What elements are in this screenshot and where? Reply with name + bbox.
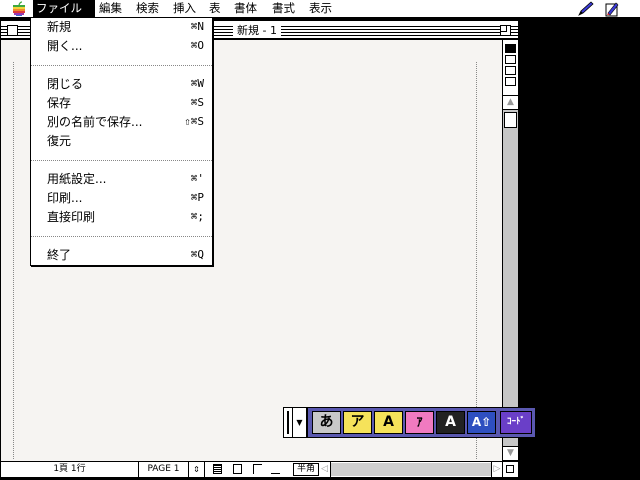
- menu-item-open[interactable]: 開く... ⌘O: [31, 37, 212, 55]
- menu-item-label: 開く...: [47, 39, 83, 53]
- menu-item-page-setup[interactable]: 用紙設定... ⌘': [31, 170, 212, 188]
- zoom-box-icon[interactable]: [500, 25, 511, 36]
- menu-separator: [31, 65, 212, 66]
- grow-box-icon[interactable]: [503, 462, 518, 477]
- document-icon[interactable]: [603, 1, 621, 17]
- menu-item-revert[interactable]: 復元: [31, 132, 212, 150]
- menu-item-shortcut: ⇧⌘S: [184, 115, 204, 128]
- ime-code-input-button[interactable]: ｺｰﾄﾞ: [500, 411, 532, 434]
- menu-edit[interactable]: 編集: [96, 0, 125, 17]
- view-mode-corner-icon[interactable]: [253, 464, 262, 474]
- left-margin-guide: [13, 62, 14, 459]
- menu-item-print-direct[interactable]: 直接印刷 ⌘;: [31, 208, 212, 226]
- menu-item-shortcut: ⌘': [190, 172, 204, 185]
- menu-item-label: 直接印刷: [47, 210, 96, 224]
- scroll-up-arrow-icon[interactable]: ▲: [503, 95, 518, 110]
- close-box-icon[interactable]: [7, 25, 18, 36]
- ime-direct-input-button[interactable]: A⇧: [467, 411, 496, 434]
- vertical-scrollbar[interactable]: ▲ ▼: [502, 40, 518, 461]
- menu-item-new[interactable]: 新規 ⌘N: [31, 18, 212, 36]
- menu-item-shortcut: ⌘N: [190, 20, 204, 33]
- menu-item-label: 保存: [47, 96, 72, 110]
- input-mode-indicator[interactable]: 半角: [293, 463, 319, 476]
- menu-item-label: 別の名前で保存...: [47, 115, 143, 129]
- menu-item-print[interactable]: 印刷... ⌘P: [31, 189, 212, 207]
- pen-icon[interactable]: [577, 1, 595, 17]
- menu-file[interactable]: ファイル: [33, 0, 95, 17]
- ime-halfwidth-kana-button[interactable]: ｱ: [405, 411, 434, 434]
- menu-item-shortcut: ⌘Q: [190, 248, 204, 261]
- menu-item-save-as[interactable]: 別の名前で保存... ⇧⌘S: [31, 113, 212, 131]
- menu-item-label: 終了: [47, 248, 72, 262]
- menu-item-label: 新規: [47, 20, 72, 34]
- scroll-right-arrow-icon[interactable]: ▷: [491, 462, 503, 477]
- menu-item-shortcut: ⌘P: [190, 191, 204, 204]
- menu-separator: [31, 160, 212, 161]
- page-stepper-icon[interactable]: ⇕: [189, 462, 205, 477]
- horizontal-scroll-track[interactable]: [331, 463, 491, 476]
- scroll-left-arrow-icon[interactable]: ◁: [319, 462, 331, 477]
- menu-font[interactable]: 書体: [231, 0, 260, 17]
- ruler-button-2[interactable]: [505, 55, 516, 64]
- menu-bar: ファイル 編集 検索 挿入 表 書体 書式 表示: [0, 0, 640, 18]
- menu-item-shortcut: ⌘S: [190, 96, 204, 109]
- scroll-down-arrow-icon[interactable]: ▼: [503, 446, 518, 461]
- screen: ファイル 編集 検索 挿入 表 書体 書式 表示 新規 - 1 ▲ ▼ 1頁 1…: [0, 0, 640, 480]
- ime-palette: ▼ あ ア A ｱ A A⇧ ｺｰﾄﾞ: [283, 407, 536, 438]
- view-mode-page-icon[interactable]: [213, 464, 222, 474]
- menu-find[interactable]: 検索: [133, 0, 162, 17]
- ruler-toggle-button[interactable]: [505, 44, 516, 53]
- view-mode-draft-icon[interactable]: [271, 466, 280, 474]
- file-menu-dropdown: 新規 ⌘N 開く... ⌘O 閉じる ⌘W 保存 ⌘S 別の名前で保存... ⇧…: [30, 17, 213, 266]
- menu-separator: [31, 236, 212, 237]
- menu-item-label: 閉じる: [47, 77, 84, 91]
- page-indicator: PAGE 1: [139, 462, 189, 477]
- menu-item-shortcut: ⌘;: [190, 210, 204, 223]
- menu-item-label: 印刷...: [47, 191, 83, 205]
- menu-view[interactable]: 表示: [306, 0, 335, 17]
- menu-item-label: 復元: [47, 134, 72, 148]
- right-margin-guide: [476, 62, 477, 459]
- menu-insert[interactable]: 挿入: [170, 0, 199, 17]
- palette-drag-handle[interactable]: [283, 407, 293, 438]
- menu-format[interactable]: 書式: [269, 0, 298, 17]
- view-mode-buttons[interactable]: [205, 462, 289, 477]
- cursor-position: 1頁 1行: [1, 462, 139, 477]
- vertical-scroll-thumb[interactable]: [504, 112, 517, 128]
- window-title: 新規 - 1: [233, 24, 281, 37]
- status-bar: 1頁 1行 PAGE 1 ⇕ 半角 ◁ ▷: [1, 461, 518, 477]
- palette-menu-arrow-icon[interactable]: ▼: [293, 407, 307, 438]
- menu-item-save[interactable]: 保存 ⌘S: [31, 94, 212, 112]
- ime-mode-bar: あ ア A ｱ A A⇧ ｺｰﾄﾞ: [307, 407, 536, 438]
- menu-item-close[interactable]: 閉じる ⌘W: [31, 75, 212, 93]
- view-mode-outline-icon[interactable]: [233, 464, 242, 474]
- apple-icon[interactable]: [11, 1, 27, 17]
- menu-item-shortcut: ⌘W: [190, 77, 204, 90]
- ime-fullwidth-alpha-button[interactable]: A: [374, 411, 403, 434]
- menu-item-quit[interactable]: 終了 ⌘Q: [31, 246, 212, 264]
- ime-katakana-button[interactable]: ア: [343, 411, 372, 434]
- ime-hiragana-button[interactable]: あ: [312, 411, 341, 434]
- ime-halfwidth-alpha-button[interactable]: A: [436, 411, 465, 434]
- ruler-button-4[interactable]: [505, 77, 516, 86]
- ruler-button-3[interactable]: [505, 66, 516, 75]
- menu-table[interactable]: 表: [206, 0, 224, 17]
- menu-item-shortcut: ⌘O: [190, 39, 204, 52]
- vertical-scroll-track[interactable]: [503, 110, 518, 450]
- menu-item-label: 用紙設定...: [47, 172, 107, 186]
